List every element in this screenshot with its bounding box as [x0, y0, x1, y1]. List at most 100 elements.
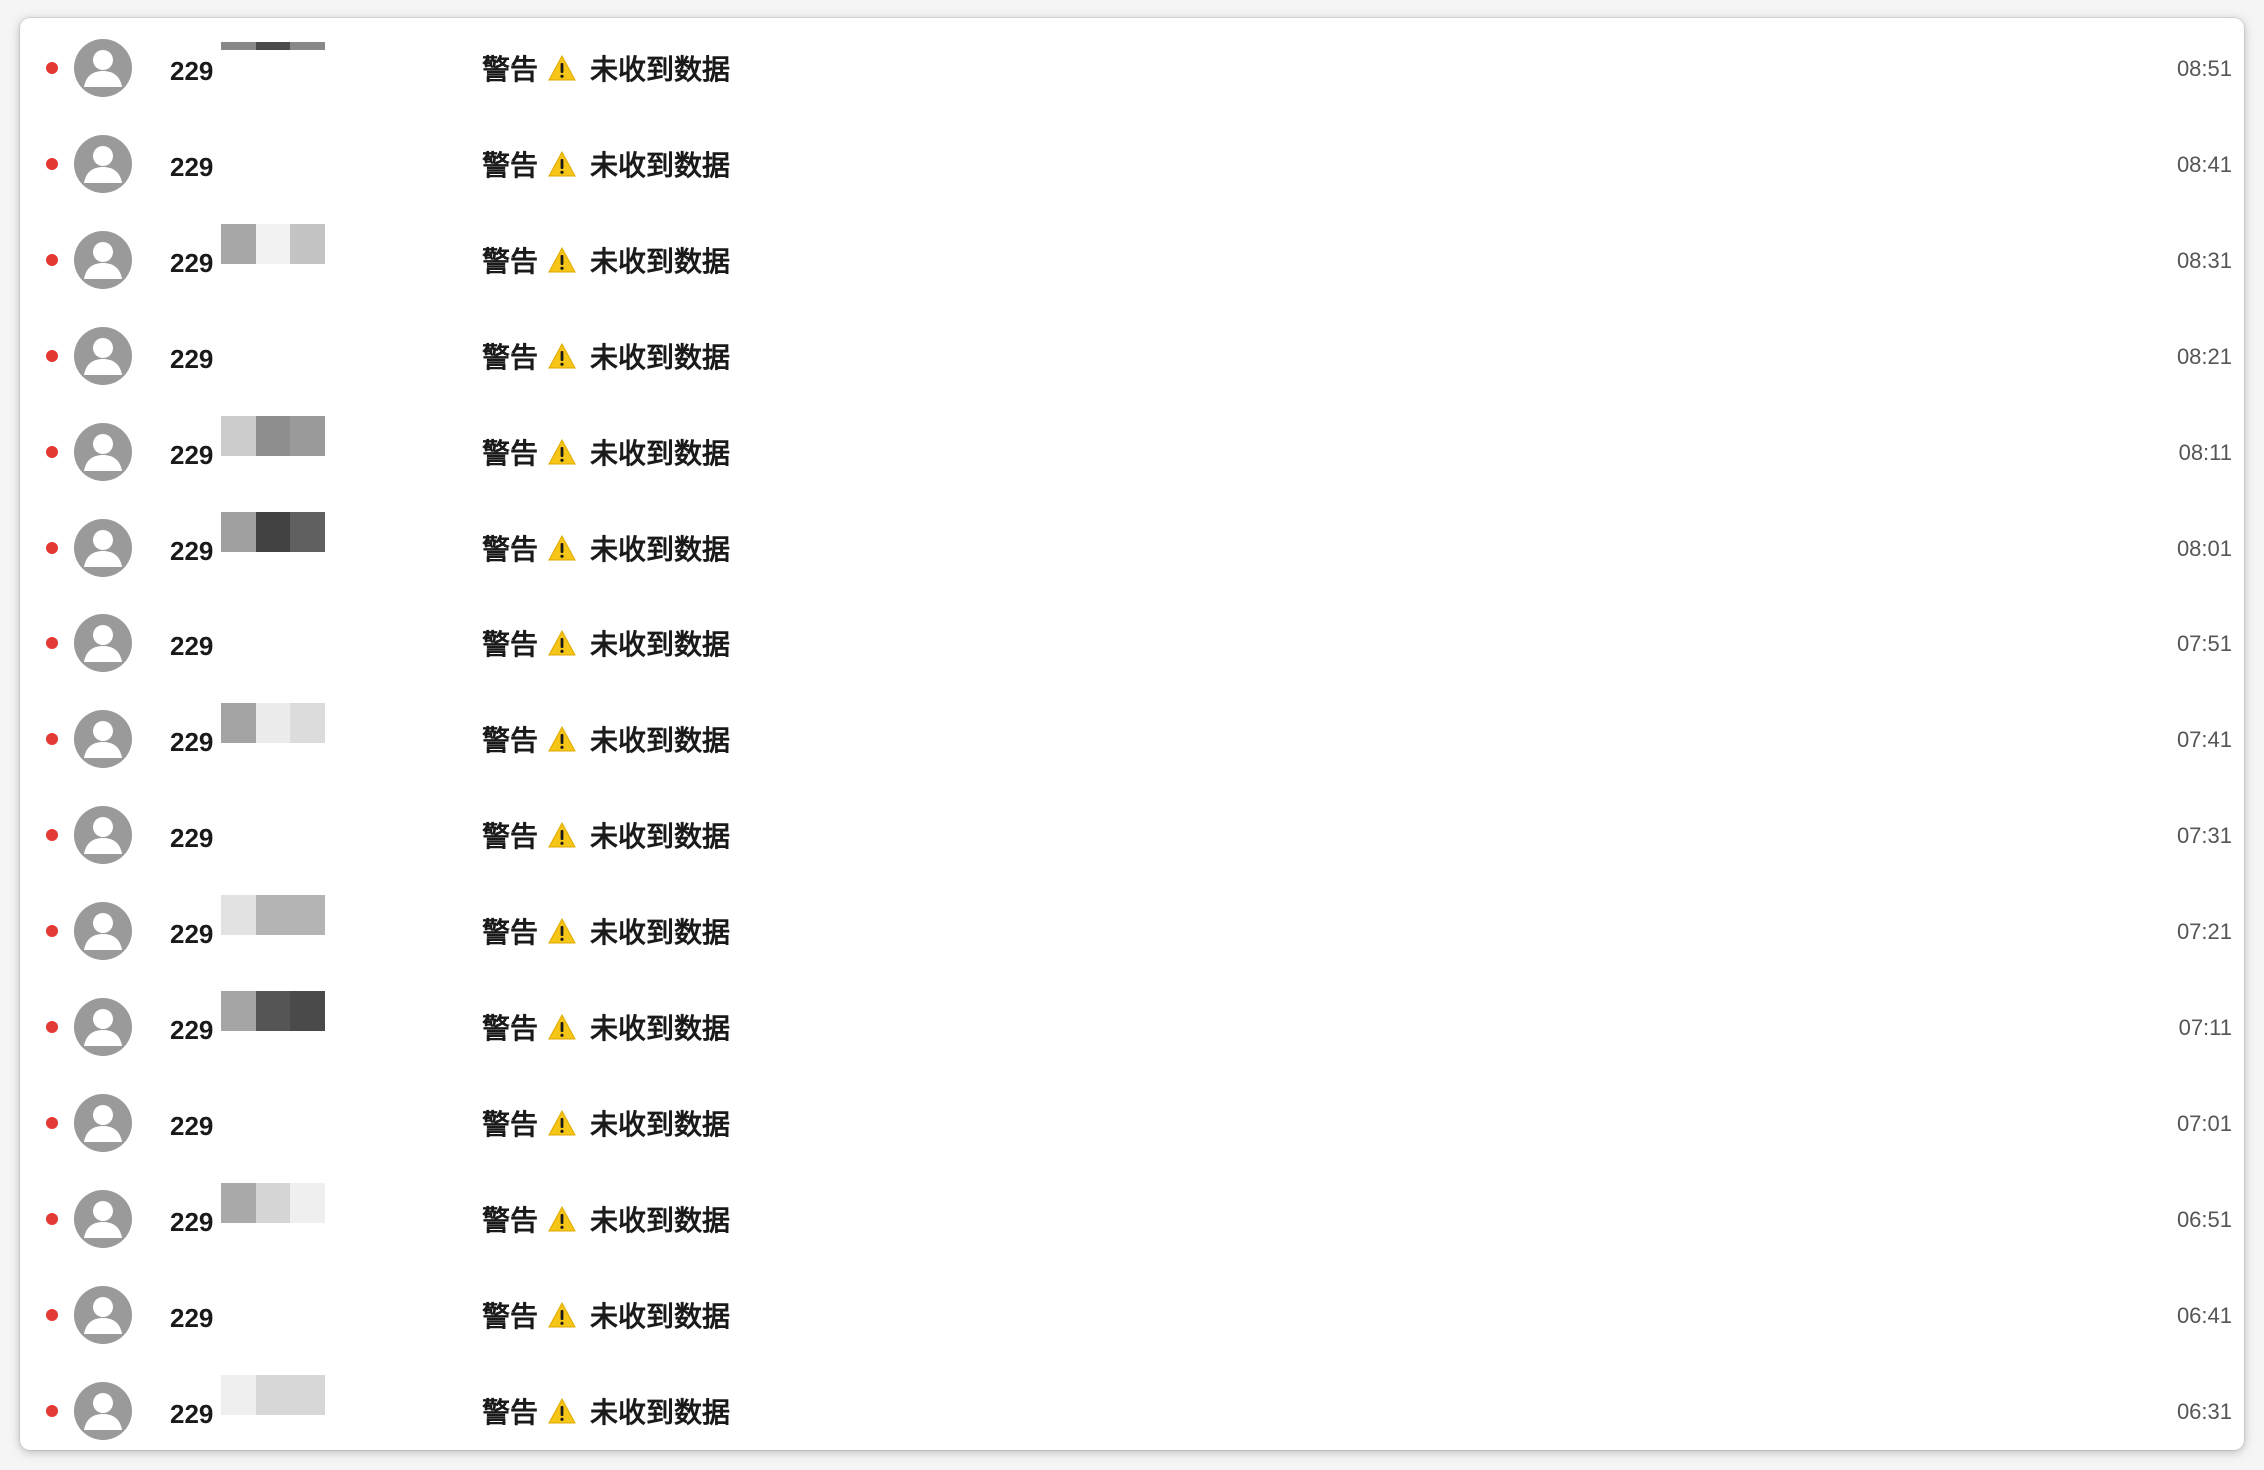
message-row[interactable]: 229 警告 未收到数据 07:41 — [20, 691, 2244, 787]
message-time: 08:31 — [2176, 247, 2232, 273]
message-text: 未收到数据 — [590, 1013, 731, 1044]
message-text: 未收到数据 — [590, 245, 731, 277]
sender-name: 229 — [170, 343, 214, 374]
message-time: 06:41 — [2176, 1302, 2232, 1328]
message-time: 08:21 — [2176, 343, 2232, 369]
mosaic-block — [290, 895, 326, 936]
message-time: 06:31 — [2176, 1398, 2232, 1424]
warning-label: 警告 — [482, 54, 539, 85]
message-time: 08:11 — [2178, 439, 2232, 465]
person-silhouette-icon[interactable] — [74, 518, 132, 577]
warning-triangle-icon — [548, 1205, 576, 1232]
unread-dot-icon — [46, 349, 58, 362]
person-silhouette-icon[interactable] — [74, 1189, 132, 1248]
person-silhouette-icon[interactable] — [74, 614, 132, 673]
person-silhouette-icon[interactable] — [74, 1285, 132, 1344]
warning-label: 警告 — [482, 533, 539, 565]
message-row[interactable]: 229 警告 未收到数据 06:41 — [20, 1267, 2244, 1363]
redacted-mosaic — [221, 511, 326, 552]
mosaic-block — [290, 991, 326, 1031]
mosaic-block — [221, 895, 256, 936]
warning-triangle-icon — [548, 630, 576, 656]
unread-dot-icon — [46, 1404, 58, 1417]
person-silhouette-icon[interactable] — [74, 1093, 132, 1152]
unread-dot-icon — [46, 925, 58, 938]
message-row[interactable]: 229 警告 未收到数据 08:41 — [20, 116, 2244, 212]
message-preview: 警告 未收到数据 — [482, 1395, 730, 1428]
mosaic-block — [221, 223, 256, 264]
message-time: 08:01 — [2176, 535, 2232, 561]
unread-dot-icon — [46, 829, 58, 842]
unread-dot-icon — [46, 157, 58, 170]
message-preview: 警告 未收到数据 — [482, 340, 730, 373]
unread-dot-icon — [46, 637, 58, 650]
sender-name: 229 — [170, 1398, 214, 1429]
person-silhouette-icon[interactable] — [74, 998, 132, 1056]
message-text: 未收到数据 — [590, 341, 731, 373]
person-silhouette-icon[interactable] — [74, 39, 132, 97]
unread-dot-icon — [46, 1212, 58, 1225]
sender-name: 229 — [170, 1302, 214, 1333]
message-text: 未收到数据 — [590, 149, 731, 181]
message-preview: 警告 未收到数据 — [482, 1203, 730, 1236]
message-text: 未收到数据 — [590, 917, 731, 949]
warning-triangle-icon — [548, 726, 576, 752]
message-text: 未收到数据 — [590, 437, 731, 469]
message-row[interactable]: 229 警告 未收到数据 08:11 — [20, 404, 2244, 500]
warning-triangle-icon — [548, 1109, 576, 1136]
message-row[interactable]: 229 警告 未收到数据 08:21 — [20, 308, 2244, 404]
sender-name: 229 — [170, 56, 214, 86]
warning-label: 警告 — [482, 1300, 539, 1332]
redacted-mosaic — [221, 415, 326, 456]
warning-triangle-icon — [548, 342, 576, 369]
warning-triangle-icon — [548, 534, 576, 560]
message-text: 未收到数据 — [590, 1300, 731, 1332]
mosaic-block — [221, 1374, 256, 1415]
redacted-mosaic — [221, 42, 326, 50]
person-silhouette-icon[interactable] — [74, 1381, 132, 1440]
message-time: 07:51 — [2176, 631, 2232, 657]
message-text: 未收到数据 — [590, 54, 731, 85]
message-row[interactable]: 229 警告 未收到数据 06:31 — [20, 1363, 2244, 1450]
unread-dot-icon — [46, 253, 58, 266]
message-row[interactable]: 229 警告 未收到数据 07:51 — [20, 595, 2244, 691]
mosaic-block — [290, 1182, 326, 1223]
message-time: 07:01 — [2176, 1110, 2232, 1136]
unread-dot-icon — [46, 1021, 58, 1033]
mosaic-block — [221, 511, 256, 552]
mosaic-block — [221, 415, 256, 456]
unread-dot-icon — [46, 445, 58, 458]
message-row[interactable]: 229 警告 未收到数据 08:31 — [20, 212, 2244, 308]
warning-label: 警告 — [482, 629, 539, 661]
message-row[interactable]: 229 警告 未收到数据 07:01 — [20, 1075, 2244, 1171]
person-silhouette-icon[interactable] — [74, 710, 132, 769]
message-time: 08:41 — [2176, 151, 2232, 177]
person-silhouette-icon[interactable] — [74, 902, 132, 961]
person-silhouette-icon[interactable] — [74, 230, 132, 289]
message-row[interactable]: 229 警告 未收到数据 07:21 — [20, 883, 2244, 979]
mosaic-block — [255, 895, 291, 936]
person-silhouette-icon[interactable] — [74, 326, 132, 385]
unread-dot-icon — [46, 1308, 58, 1321]
mosaic-block — [255, 1374, 291, 1415]
message-preview: 警告 未收到数据 — [482, 627, 730, 660]
message-row[interactable]: 229 警告 未收到数据 07:11 — [20, 979, 2244, 1075]
mosaic-block — [221, 42, 256, 50]
message-row[interactable]: 229 警告 未收到数据 07:31 — [20, 787, 2244, 883]
warning-triangle-icon — [548, 438, 576, 465]
message-preview: 警告 未收到数据 — [482, 1299, 730, 1332]
message-row[interactable]: 229 警告 未收到数据 08:01 — [20, 500, 2244, 596]
person-silhouette-icon[interactable] — [74, 134, 132, 193]
message-row[interactable]: 229 警告 未收到数据 06:51 — [20, 1171, 2244, 1267]
sender-name: 229 — [170, 1015, 214, 1045]
warning-label: 警告 — [482, 245, 539, 277]
person-silhouette-icon[interactable] — [74, 422, 132, 481]
unread-dot-icon — [46, 733, 58, 746]
warning-label: 警告 — [482, 917, 539, 949]
message-row[interactable]: 229 警告 未收到数据 08:51 — [20, 20, 2244, 116]
person-silhouette-icon[interactable] — [74, 806, 132, 865]
unread-dot-icon — [46, 1116, 58, 1129]
mosaic-block — [255, 415, 291, 456]
sender-name: 229 — [170, 1206, 214, 1237]
message-time: 07:21 — [2176, 919, 2232, 945]
